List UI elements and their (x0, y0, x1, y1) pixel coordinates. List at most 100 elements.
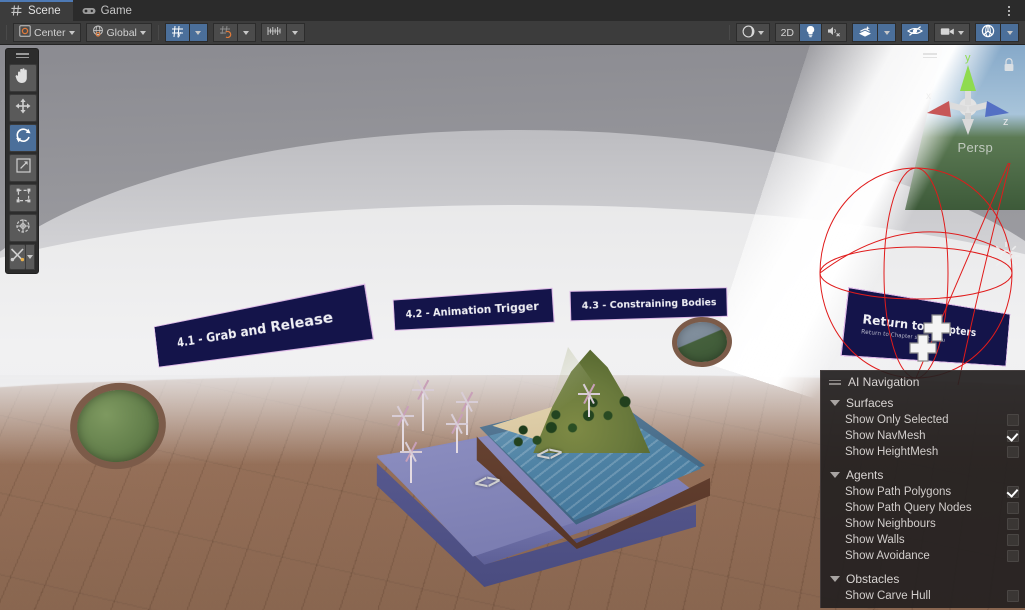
ai-row-show-path-polygons[interactable]: Show Path Polygons (821, 484, 1025, 500)
grid-snap-icon (219, 25, 232, 41)
svg-text:y: y (177, 31, 181, 38)
grid-snapping-dropdown[interactable] (236, 23, 256, 42)
svg-text:z: z (1003, 116, 1009, 128)
scene-toolbar: Center Global y 2D (0, 21, 1025, 45)
show-walls-checkbox[interactable] (1007, 534, 1019, 546)
custom-editor-tool-button[interactable] (9, 244, 26, 270)
palette-drag-handle[interactable] (6, 49, 38, 62)
ai-group-obstacles[interactable]: Obstacles (821, 570, 1025, 588)
wind-turbine (392, 405, 414, 451)
custom-tool-dropdown[interactable] (26, 244, 35, 270)
hand-tool-button[interactable] (9, 64, 37, 92)
panel-drag-handle-icon[interactable] (829, 379, 841, 385)
sign-constraining-bodies[interactable]: 4.3 - Constraining Bodies (570, 288, 727, 321)
2d-toggle-button[interactable]: 2D (774, 23, 800, 42)
pivot-mode-button[interactable]: Center (13, 23, 81, 42)
ai-row-label: Show NavMesh (845, 430, 926, 442)
sign-label: 4.3 - Constraining Bodies (581, 296, 717, 312)
gizmos-toggle-button[interactable] (975, 23, 1001, 42)
show-neighbours-checkbox[interactable] (1007, 518, 1019, 530)
lightbulb-icon (805, 25, 816, 41)
show-avoidance-checkbox[interactable] (1007, 550, 1019, 562)
show-path-polygons-checkbox[interactable] (1007, 486, 1019, 498)
gamepad-icon (82, 4, 96, 18)
rotate-tool-button[interactable] (9, 124, 37, 152)
ai-group-agents[interactable]: Agents (821, 466, 1025, 484)
audio-muted-icon (827, 25, 841, 40)
tab-scene[interactable]: Scene (0, 0, 73, 21)
camera-icon (940, 26, 955, 40)
pivot-rotation-label: Global (106, 26, 137, 39)
chevron-down-icon (830, 472, 840, 478)
ai-row-show-avoidance[interactable]: Show Avoidance (821, 548, 1025, 564)
snap-increment-button[interactable] (260, 23, 287, 42)
chevron-down-icon (958, 30, 964, 35)
show-heightmesh-checkbox[interactable] (1007, 446, 1019, 458)
projection-mode-label[interactable]: Persp (958, 140, 993, 155)
island-diorama[interactable]: <> <> (360, 343, 710, 593)
padlock-icon[interactable] (1003, 57, 1015, 72)
show-only-selected-checkbox[interactable] (1007, 414, 1019, 426)
show-path-query-nodes-checkbox[interactable] (1007, 502, 1019, 514)
show-carve-hull-checkbox[interactable] (1007, 590, 1019, 602)
grid-icon (9, 4, 23, 18)
show-navmesh-checkbox[interactable] (1007, 430, 1019, 442)
ai-navigation-header[interactable]: AI Navigation (821, 371, 1025, 394)
ai-row-show-heightmesh[interactable]: Show HeightMesh (821, 444, 1025, 460)
ai-row-label: Show Avoidance (845, 550, 930, 562)
chevron-down-icon (292, 30, 299, 35)
toolbar-divider (157, 25, 159, 40)
chevron-down-icon (243, 30, 250, 35)
eye-crossed-icon (907, 25, 923, 40)
scene-visibility-button[interactable] (901, 23, 929, 42)
scene-fx-button[interactable] (852, 23, 878, 42)
scene-camera-group (934, 23, 970, 42)
chevron-down-icon (139, 30, 146, 35)
pivot-mode-label: Center (34, 26, 66, 39)
grid-visibility-dropdown[interactable] (188, 23, 208, 42)
ai-row-show-navmesh[interactable]: Show NavMesh (821, 428, 1025, 444)
nav-arrow-marker[interactable]: <> (472, 469, 501, 494)
scene-camera-button[interactable] (934, 23, 970, 42)
grid-y-axis-icon: y (171, 25, 184, 41)
rect-tool-button[interactable] (9, 184, 37, 212)
scale-icon (15, 158, 31, 178)
scene-fx-group (852, 23, 896, 42)
ai-row-label: Show Carve Hull (845, 590, 931, 602)
tools-wrench-icon (10, 247, 25, 267)
ai-row-show-carve-hull[interactable]: Show Carve Hull (821, 588, 1025, 604)
ai-row-show-walls[interactable]: Show Walls (821, 532, 1025, 548)
ai-row-show-only-selected[interactable]: Show Only Selected (821, 412, 1025, 428)
wind-turbine (446, 413, 468, 453)
scene-lighting-button[interactable] (799, 23, 822, 42)
gizmos-dropdown[interactable] (1000, 23, 1019, 42)
ai-row-label: Show Walls (845, 534, 905, 546)
2d-toggle-label: 2D (780, 26, 794, 39)
ai-group-surfaces[interactable]: Surfaces (821, 394, 1025, 412)
pivot-rotation-button[interactable]: Global (85, 23, 152, 42)
grid-visibility-group: y (164, 23, 208, 42)
gizmos-group (975, 23, 1019, 42)
wind-turbine (578, 383, 600, 417)
scene-audio-button[interactable] (821, 23, 847, 42)
effects-icon (858, 25, 872, 41)
grid-snapping-button[interactable] (212, 23, 238, 42)
ai-row-show-neighbours[interactable]: Show Neighbours (821, 516, 1025, 532)
transform-tool-button[interactable] (9, 214, 37, 242)
grid-snapping-group (212, 23, 256, 42)
move-tool-button[interactable] (9, 94, 37, 122)
move-arrows-icon (15, 98, 31, 119)
tab-game[interactable]: Game (73, 0, 144, 21)
snap-increment-dropdown[interactable] (285, 23, 305, 42)
draw-mode-button[interactable] (735, 23, 770, 42)
scene-fx-dropdown[interactable] (877, 23, 896, 42)
globe-icon (92, 25, 104, 40)
pivot-center-icon (19, 25, 31, 40)
tab-scene-label: Scene (28, 4, 61, 17)
ai-row-show-path-query-nodes[interactable]: Show Path Query Nodes (821, 500, 1025, 516)
grid-visibility-button[interactable]: y (164, 23, 190, 42)
ai-group-label: Agents (846, 468, 884, 482)
nav-arrow-marker[interactable]: <> (534, 441, 563, 466)
scale-tool-button[interactable] (9, 154, 37, 182)
overflow-menu-icon[interactable] (1001, 0, 1017, 21)
